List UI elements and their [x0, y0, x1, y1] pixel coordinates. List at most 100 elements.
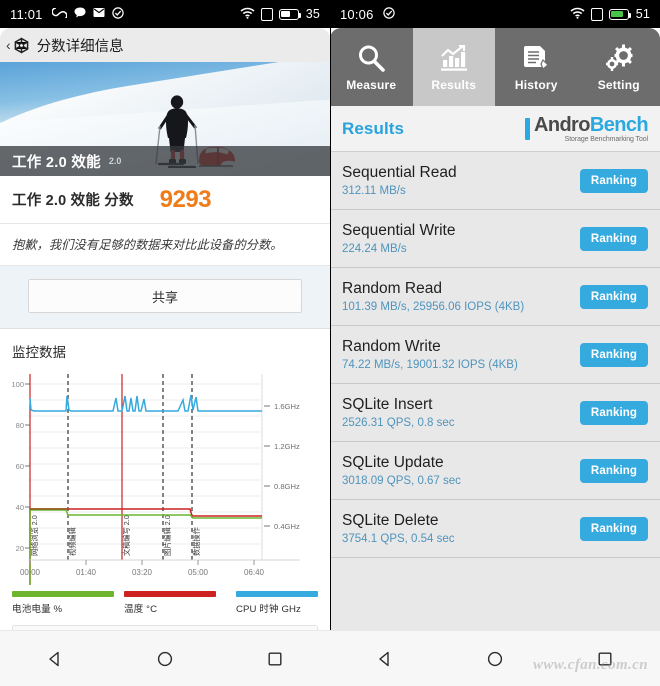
- benchmark-hero-image: 工作 2.0 效能 2.0: [0, 62, 330, 176]
- table-row[interactable]: SQLite Update 3018.09 QPS, 0.67 sec Rank…: [330, 442, 660, 500]
- svg-text:1.2GHz: 1.2GHz: [274, 442, 300, 451]
- legend-swatch-temperature: [123, 591, 216, 597]
- svg-text:数据操作: 数据操作: [192, 527, 201, 556]
- benchmark-version: 2.0: [108, 156, 122, 166]
- tab-results[interactable]: Results: [412, 28, 495, 106]
- status-time: 10:06: [340, 6, 374, 22]
- table-row[interactable]: Random Read 101.39 MB/s, 25956.06 IOPS (…: [330, 268, 660, 326]
- ranking-button[interactable]: Ranking: [579, 400, 648, 425]
- logo-text-andro: Andro: [533, 113, 590, 136]
- back-chevron-icon[interactable]: ‹: [6, 38, 11, 52]
- bar-chart-icon: [439, 43, 469, 73]
- result-name: SQLite Insert: [342, 396, 433, 413]
- result-value: 312.11 MB/s: [342, 185, 406, 197]
- table-row[interactable]: Random Write 74.22 MB/s, 19001.32 IOPS (…: [330, 326, 660, 384]
- nav-right-half: [330, 631, 660, 686]
- table-row[interactable]: SQLite Insert 2526.31 QPS, 0.8 sec Ranki…: [330, 384, 660, 442]
- home-circle-icon[interactable]: [480, 644, 510, 674]
- tab-history[interactable]: History: [495, 28, 578, 106]
- result-value: 3754.1 QPS, 0.54 sec: [342, 533, 455, 545]
- monitoring-chart-svg: 100 80 60 40 20 1.6GHz 1.2GHz 0.8GHz 0.4…: [11, 374, 300, 585]
- table-row[interactable]: Sequential Write 224.24 MB/s Ranking: [330, 210, 660, 268]
- sim-card-icon: [590, 7, 603, 21]
- recents-square-icon[interactable]: [260, 644, 290, 674]
- ranking-button[interactable]: Ranking: [579, 284, 648, 309]
- svg-text:视频编辑: 视频编辑: [68, 527, 77, 556]
- ranking-button[interactable]: Ranking: [579, 458, 648, 483]
- legend-label-battery: 电池电量 %: [12, 604, 63, 615]
- result-value: 3018.09 QPS, 0.67 sec: [342, 475, 461, 487]
- comparison-note-row: 抱歉，我们没有足够的数据来对比此设备的分数。: [0, 224, 330, 266]
- left-phone-pcmark: 11:01 35 ‹ 分数详细信息 工作 2.0 效能 2.0 工作 2.0 效…: [0, 0, 330, 686]
- score-label: 工作 2.0 效能 分数: [12, 193, 134, 209]
- svg-text:01:40: 01:40: [76, 568, 97, 577]
- recents-square-icon[interactable]: [590, 644, 620, 674]
- message-bubble-icon: [74, 7, 86, 21]
- page-title: 分数详细信息: [36, 38, 124, 55]
- score-value: 9293: [159, 185, 212, 213]
- monitoring-data-title: 监控数据: [0, 328, 330, 370]
- pcmark-app-bar: ‹ 分数详细信息: [0, 28, 330, 62]
- svg-text:网络浏览 2.0: 网络浏览 2.0: [30, 515, 39, 556]
- result-name: SQLite Delete: [342, 512, 439, 529]
- email-icon: [93, 7, 105, 21]
- monitoring-chart: 100 80 60 40 20 1.6GHz 1.2GHz 0.8GHz 0.4…: [0, 370, 330, 585]
- logo-text-bench: Bench: [589, 113, 649, 136]
- result-value: 2526.31 QPS, 0.8 sec: [342, 417, 455, 429]
- check-circle-icon: [111, 7, 124, 22]
- nav-left-half: [0, 631, 330, 686]
- legend-item-cpu-clock: CPU 时钟 GHz: [216, 591, 318, 615]
- share-button[interactable]: 共享: [28, 279, 302, 313]
- ranking-button[interactable]: Ranking: [579, 516, 648, 541]
- table-row[interactable]: Sequential Read 312.11 MB/s Ranking: [330, 152, 660, 210]
- score-row: 工作 2.0 效能 分数 9293: [0, 176, 330, 224]
- logo-tick-mark: [524, 117, 530, 140]
- tab-setting[interactable]: Setting: [578, 28, 660, 106]
- battery-icon: [278, 8, 301, 20]
- legend-item-temperature: 温度 °C: [114, 591, 216, 615]
- wifi-icon: [240, 7, 255, 22]
- result-value: 101.39 MB/s, 25956.06 IOPS (4KB): [342, 301, 525, 313]
- result-text: Random Write 74.22 MB/s, 19001.32 IOPS (…: [342, 338, 580, 371]
- legend-label-cpu-clock: CPU 时钟 GHz: [235, 604, 301, 615]
- right-status-bar: 10:06 51: [330, 0, 660, 28]
- result-text: SQLite Update 3018.09 QPS, 0.67 sec: [342, 454, 580, 487]
- ranking-button[interactable]: Ranking: [579, 168, 648, 193]
- svg-text:00:00: 00:00: [20, 568, 41, 577]
- androbench-logo: AndroBench Storage Benchmarking Tool: [524, 113, 649, 143]
- infinity-icon: [51, 7, 68, 21]
- wifi-icon: [570, 7, 585, 22]
- svg-text:100: 100: [11, 380, 24, 389]
- share-section: 共享: [0, 266, 330, 328]
- tab-measure[interactable]: Measure: [330, 28, 413, 106]
- results-header: Results AndroBench Storage Benchmarking …: [330, 106, 660, 152]
- result-text: SQLite Delete 3754.1 QPS, 0.54 sec: [342, 512, 580, 545]
- chart-legend: 电池电量 % 温度 °C CPU 时钟 GHz: [0, 585, 330, 615]
- result-name: Random Write: [342, 338, 441, 355]
- result-name: Sequential Write: [342, 222, 456, 239]
- home-circle-icon[interactable]: [150, 644, 180, 674]
- android-navigation-bar: [0, 630, 660, 686]
- svg-text:06:40: 06:40: [244, 568, 265, 577]
- legend-swatch-battery: [12, 591, 114, 597]
- back-triangle-icon[interactable]: [40, 644, 70, 674]
- pcmark-snowflake-icon: [13, 37, 30, 54]
- back-triangle-icon[interactable]: [370, 644, 400, 674]
- svg-text:1.6GHz: 1.6GHz: [274, 402, 300, 411]
- check-circle-icon: [382, 7, 395, 22]
- androbench-tab-bar: Measure Results History Setting: [330, 28, 660, 106]
- legend-label-temperature: 温度 °C: [123, 604, 158, 615]
- status-time: 11:01: [10, 6, 43, 22]
- legend-item-battery: 电池电量 %: [12, 591, 114, 615]
- svg-text:20: 20: [16, 544, 24, 553]
- logo-text: AndroBench: [533, 113, 649, 136]
- svg-text:0.4GHz: 0.4GHz: [274, 522, 300, 531]
- result-text: Sequential Write 224.24 MB/s: [342, 222, 580, 255]
- table-row[interactable]: SQLite Delete 3754.1 QPS, 0.54 sec Ranki…: [330, 500, 660, 558]
- status-notification-icons: [51, 7, 124, 22]
- svg-text:图片编辑 2.0: 图片编辑 2.0: [163, 515, 172, 556]
- ranking-button[interactable]: Ranking: [579, 342, 648, 367]
- status-system-icons: 35: [240, 7, 320, 22]
- ranking-button[interactable]: Ranking: [579, 226, 648, 251]
- result-name: SQLite Update: [342, 454, 444, 471]
